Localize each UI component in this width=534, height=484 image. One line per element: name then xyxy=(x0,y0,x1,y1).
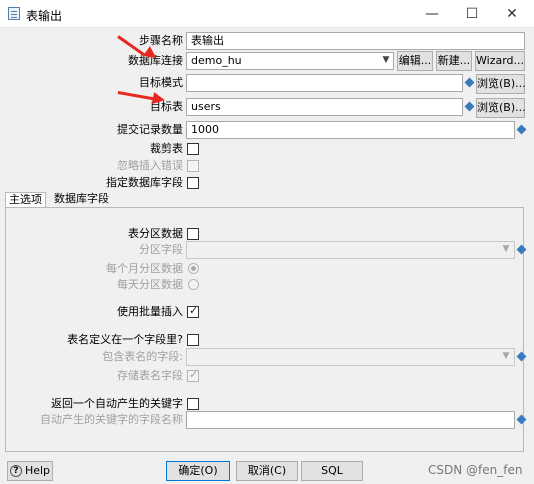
partition-daily-label: 每天分区数据 xyxy=(117,278,183,291)
annotation-arrow xyxy=(117,91,156,101)
truncate-table-checkbox[interactable] xyxy=(187,143,199,155)
edit-connection-button[interactable]: 编辑... xyxy=(397,51,433,71)
partition-table-checkbox[interactable] xyxy=(187,228,199,240)
close-icon[interactable]: ✕ xyxy=(492,0,532,28)
truncate-table-label: 裁剪表 xyxy=(150,142,183,155)
partition-monthly-label: 每个月分区数据 xyxy=(106,262,183,275)
field-with-table-name-select[interactable] xyxy=(186,348,515,366)
tab-database-fields[interactable]: 数据库字段 xyxy=(51,192,112,208)
variable-diamond-icon xyxy=(464,101,475,112)
cancel-button[interactable]: 取消(C) xyxy=(236,461,298,481)
partition-monthly-radio[interactable] xyxy=(188,263,199,274)
return-auto-key-label: 返回一个自动产生的关键字 xyxy=(51,397,183,410)
help-button-label: Help xyxy=(24,464,51,477)
db-connection-select[interactable]: demo_hu xyxy=(186,52,394,70)
auto-key-field-name-input[interactable] xyxy=(186,411,515,429)
partition-field-label: 分区字段 xyxy=(139,243,183,256)
window-title: 表输出 xyxy=(26,9,63,23)
return-auto-key-checkbox[interactable] xyxy=(187,398,199,410)
browse-table-button[interactable]: 浏览(B)... xyxy=(476,98,526,118)
partition-field-select[interactable] xyxy=(186,241,515,259)
step-name-input[interactable]: 表输出 xyxy=(186,32,525,50)
variable-diamond-icon xyxy=(516,124,527,135)
annotation-arrowhead xyxy=(152,92,166,107)
maximize-icon[interactable]: ☐ xyxy=(452,0,492,28)
sql-button[interactable]: SQL xyxy=(301,461,363,481)
step-name-label: 步骤名称 xyxy=(139,34,183,47)
watermark: CSDN @fen_fen xyxy=(428,463,523,477)
new-connection-button[interactable]: 新建... xyxy=(436,51,472,71)
table-output-icon xyxy=(8,7,20,20)
wizard-button[interactable]: Wizard... xyxy=(475,51,525,71)
ok-button[interactable]: 确定(O) xyxy=(166,461,230,481)
auto-key-field-name-label: 自动产生的关键字的字段名称 xyxy=(40,413,183,426)
table-name-in-field-label: 表名定义在一个字段里? xyxy=(67,333,183,346)
table-name-in-field-checkbox[interactable] xyxy=(187,334,199,346)
variable-diamond-icon xyxy=(464,77,475,88)
help-button[interactable]: ? Help xyxy=(7,461,53,481)
target-table-input[interactable]: users xyxy=(186,98,463,116)
specify-db-fields-checkbox[interactable] xyxy=(187,177,199,189)
partition-table-label: 表分区数据 xyxy=(128,227,183,240)
db-connection-value: demo_hu xyxy=(191,54,242,67)
title-bar: 表输出 — ☐ ✕ xyxy=(0,0,534,28)
target-schema-label: 目标模式 xyxy=(139,76,183,89)
chevron-down-icon[interactable]: ▼ xyxy=(379,55,393,65)
partition-daily-radio[interactable] xyxy=(188,279,199,290)
minimize-icon[interactable]: — xyxy=(412,0,452,28)
target-schema-input[interactable] xyxy=(186,74,463,92)
tab-strip: 主选项 数据库字段 xyxy=(5,192,524,208)
commit-size-label: 提交记录数量 xyxy=(117,123,183,136)
store-table-name-field-label: 存储表名字段 xyxy=(117,369,183,382)
ignore-insert-errors-label: 忽略插入错误 xyxy=(117,159,183,172)
specify-db-fields-label: 指定数据库字段 xyxy=(106,176,183,189)
tab-main-options[interactable]: 主选项 xyxy=(5,192,46,208)
use-batch-insert-checkbox[interactable] xyxy=(187,304,199,318)
use-batch-insert-label: 使用批量插入 xyxy=(117,305,183,318)
ignore-insert-errors-checkbox[interactable] xyxy=(187,160,199,172)
chevron-down-icon[interactable]: ▼ xyxy=(499,351,513,361)
chevron-down-icon[interactable]: ▼ xyxy=(499,244,513,254)
help-icon: ? xyxy=(9,465,22,477)
store-table-name-field-checkbox[interactable] xyxy=(187,368,199,382)
browse-schema-button[interactable]: 浏览(B)... xyxy=(476,74,526,94)
field-with-table-name-label: 包含表名的字段: xyxy=(102,350,183,363)
commit-size-input[interactable]: 1000 xyxy=(186,121,515,139)
